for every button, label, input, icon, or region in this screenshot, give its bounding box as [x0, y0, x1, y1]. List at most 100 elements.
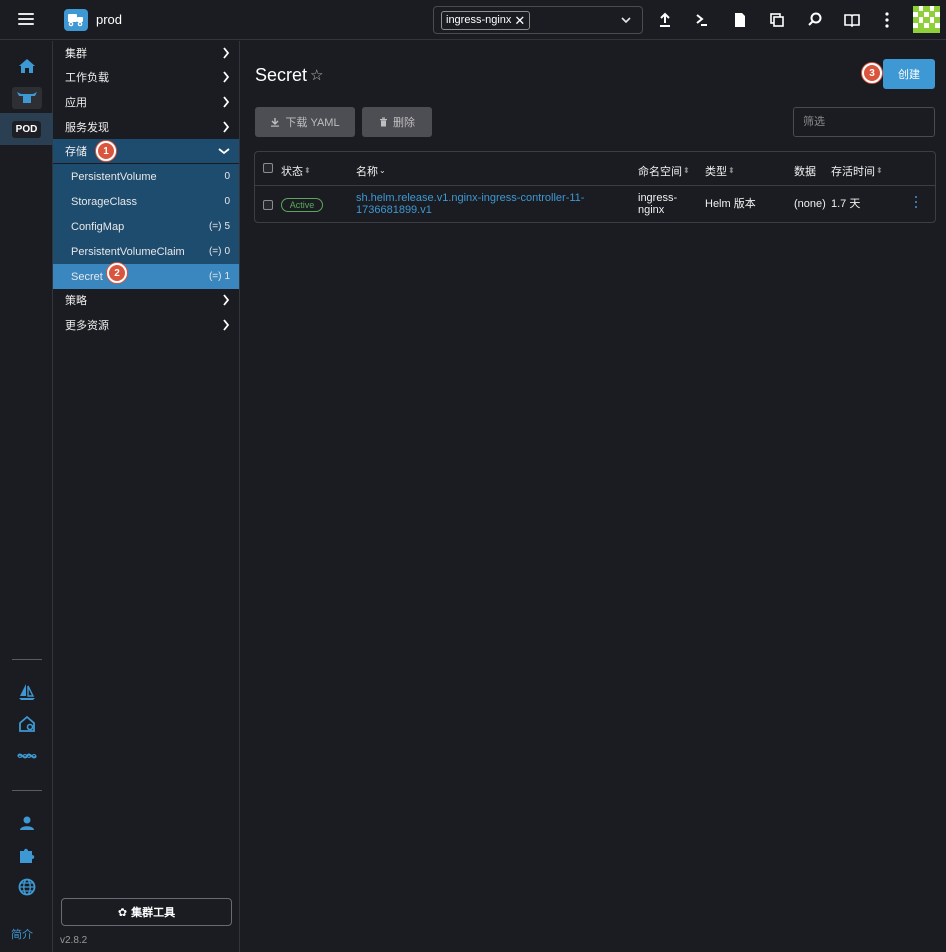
- column-header-label: 类型: [705, 166, 727, 178]
- nav-item-configmap[interactable]: ConfigMap (=) 5: [53, 214, 239, 239]
- file-icon[interactable]: [731, 11, 749, 29]
- home-icon[interactable]: [0, 51, 53, 81]
- menu-icon[interactable]: [18, 13, 34, 27]
- nav-item-count: 1: [224, 271, 230, 282]
- column-header-label: 状态: [281, 166, 303, 178]
- nav-item-persistentvolumeclaim[interactable]: PersistentVolumeClaim (=) 0: [53, 239, 239, 264]
- chevron-down-icon: [218, 148, 230, 155]
- sailboat-icon[interactable]: [0, 677, 53, 707]
- about-link[interactable]: 简介: [11, 926, 33, 942]
- cattle-icon[interactable]: [0, 83, 53, 113]
- nav-item-count: 0: [224, 196, 230, 207]
- search-icon[interactable]: [806, 11, 824, 29]
- chevron-right-icon: [223, 47, 230, 59]
- main-content: Secret ☆ 3 创建 下载 YAML 删除 状态 ⬍ 名称 ⌄ 命名空间 …: [240, 41, 946, 952]
- nav-group-service-discovery[interactable]: 服务发现: [53, 115, 239, 139]
- side-nav: 集群 工作负载 应用 服务发现 存储 1 PersistentVolume 0 …: [53, 41, 240, 952]
- status-badge: Active: [281, 198, 323, 212]
- age-cell: 1.7 天: [831, 198, 861, 210]
- nav-group-policy[interactable]: 策略: [53, 288, 239, 312]
- nav-group-label: 存储: [65, 146, 87, 158]
- nav-item-label: PersistentVolume: [71, 170, 157, 183]
- secret-name-link[interactable]: sh.helm.release.v1.nginx-ingress-control…: [356, 192, 584, 216]
- delete-label: 删除: [393, 117, 415, 129]
- rail-divider: [12, 659, 42, 660]
- download-yaml-button[interactable]: 下载 YAML: [255, 107, 355, 137]
- nav-group-label: 应用: [65, 97, 87, 109]
- chevron-down-icon[interactable]: [620, 13, 632, 27]
- nav-item-label: ConfigMap: [71, 220, 125, 233]
- star-icon[interactable]: ☆: [310, 66, 323, 84]
- nav-item-secret[interactable]: Secret (=) 1: [53, 264, 239, 289]
- filter-input[interactable]: [793, 107, 935, 137]
- cluster-name[interactable]: prod: [96, 12, 122, 27]
- delete-button[interactable]: 删除: [362, 107, 432, 137]
- column-header-type[interactable]: 类型 ⬍: [705, 163, 735, 179]
- column-header-age[interactable]: 存活时间 ⬍: [831, 163, 883, 179]
- column-header-namespace[interactable]: 命名空间 ⬍: [638, 163, 690, 179]
- user-icon[interactable]: [0, 808, 53, 838]
- nav-item-count: 5: [224, 221, 230, 232]
- sort-down-icon: ⌄: [379, 166, 386, 175]
- secret-name-line: 1736681899.v1: [356, 204, 432, 216]
- download-icon: [271, 118, 280, 127]
- avatar[interactable]: [913, 6, 940, 33]
- callout-badge: 3: [862, 63, 882, 83]
- nav-item-label: StorageClass: [71, 195, 138, 208]
- terminal-icon[interactable]: [693, 11, 711, 29]
- nav-group-workloads[interactable]: 工作负载: [53, 65, 239, 89]
- nav-group-label: 更多资源: [65, 320, 109, 332]
- icon-rail: POD 简介: [0, 41, 53, 952]
- secret-name-line: sh.helm.release.v1.nginx-ingress-control…: [356, 192, 585, 204]
- nav-group-more-resources[interactable]: 更多资源: [53, 313, 239, 337]
- puzzle-icon[interactable]: [0, 840, 53, 870]
- namespaced-icon: (=): [208, 271, 222, 282]
- nav-group-storage[interactable]: 存储: [53, 139, 239, 163]
- trash-icon: [380, 117, 387, 127]
- sort-icon: ⬍: [304, 166, 311, 175]
- nav-group-apps[interactable]: 应用: [53, 90, 239, 114]
- pod-cluster-item[interactable]: POD: [0, 113, 53, 145]
- chevron-right-icon: [223, 71, 230, 83]
- callout-badge: 2: [107, 263, 127, 283]
- cluster-tools-button[interactable]: ✿ 集群工具: [61, 898, 232, 926]
- column-header-label: 存活时间: [831, 166, 875, 178]
- globe-icon[interactable]: [0, 872, 53, 902]
- nav-item-count: 0: [224, 246, 230, 257]
- row-checkbox[interactable]: [263, 200, 273, 210]
- network-icon[interactable]: [0, 741, 53, 771]
- gear-icon: ✿: [117, 906, 128, 919]
- namespace-filter[interactable]: ingress-nginx ✕: [433, 6, 643, 34]
- close-icon[interactable]: ✕: [514, 12, 525, 29]
- nav-item-persistentvolume[interactable]: PersistentVolume 0: [53, 164, 239, 189]
- download-yaml-label: 下载 YAML: [285, 117, 340, 129]
- column-header-label: 名称: [356, 166, 378, 178]
- nav-item-count-wrap: (=) 5: [209, 221, 230, 232]
- version-label: v2.8.2: [60, 935, 88, 946]
- cluster-tools-label: 集群工具: [131, 907, 176, 919]
- namespaced-icon: (=): [208, 221, 222, 232]
- cluster-home-icon[interactable]: [0, 709, 53, 739]
- column-header-status[interactable]: 状态 ⬍: [281, 163, 311, 179]
- sort-icon: ⬍: [683, 166, 690, 175]
- upload-icon[interactable]: [656, 11, 674, 29]
- column-header-data: 数据: [794, 163, 816, 179]
- namespace-chip[interactable]: ingress-nginx ✕: [441, 11, 531, 30]
- book-icon[interactable]: [843, 11, 861, 29]
- column-header-name[interactable]: 名称 ⌄: [356, 163, 386, 179]
- select-all-checkbox[interactable]: [263, 163, 273, 173]
- kebab-icon[interactable]: [878, 11, 896, 29]
- nav-item-storageclass[interactable]: StorageClass 0: [53, 189, 239, 214]
- chevron-right-icon: [223, 121, 230, 133]
- rail-divider: [12, 790, 42, 791]
- nav-group-label: 策略: [65, 295, 87, 307]
- column-header-label: 数据: [794, 166, 816, 178]
- row-actions-icon[interactable]: [915, 196, 919, 210]
- cluster-logo-icon: [64, 9, 88, 31]
- nav-group-label: 集群: [65, 48, 87, 60]
- nav-group-cluster[interactable]: 集群: [53, 41, 239, 65]
- nav-item-count-wrap: (=) 1: [209, 271, 230, 282]
- create-button[interactable]: 创建: [883, 59, 935, 89]
- copy-icon[interactable]: [768, 11, 786, 29]
- chevron-right-icon: [223, 294, 230, 306]
